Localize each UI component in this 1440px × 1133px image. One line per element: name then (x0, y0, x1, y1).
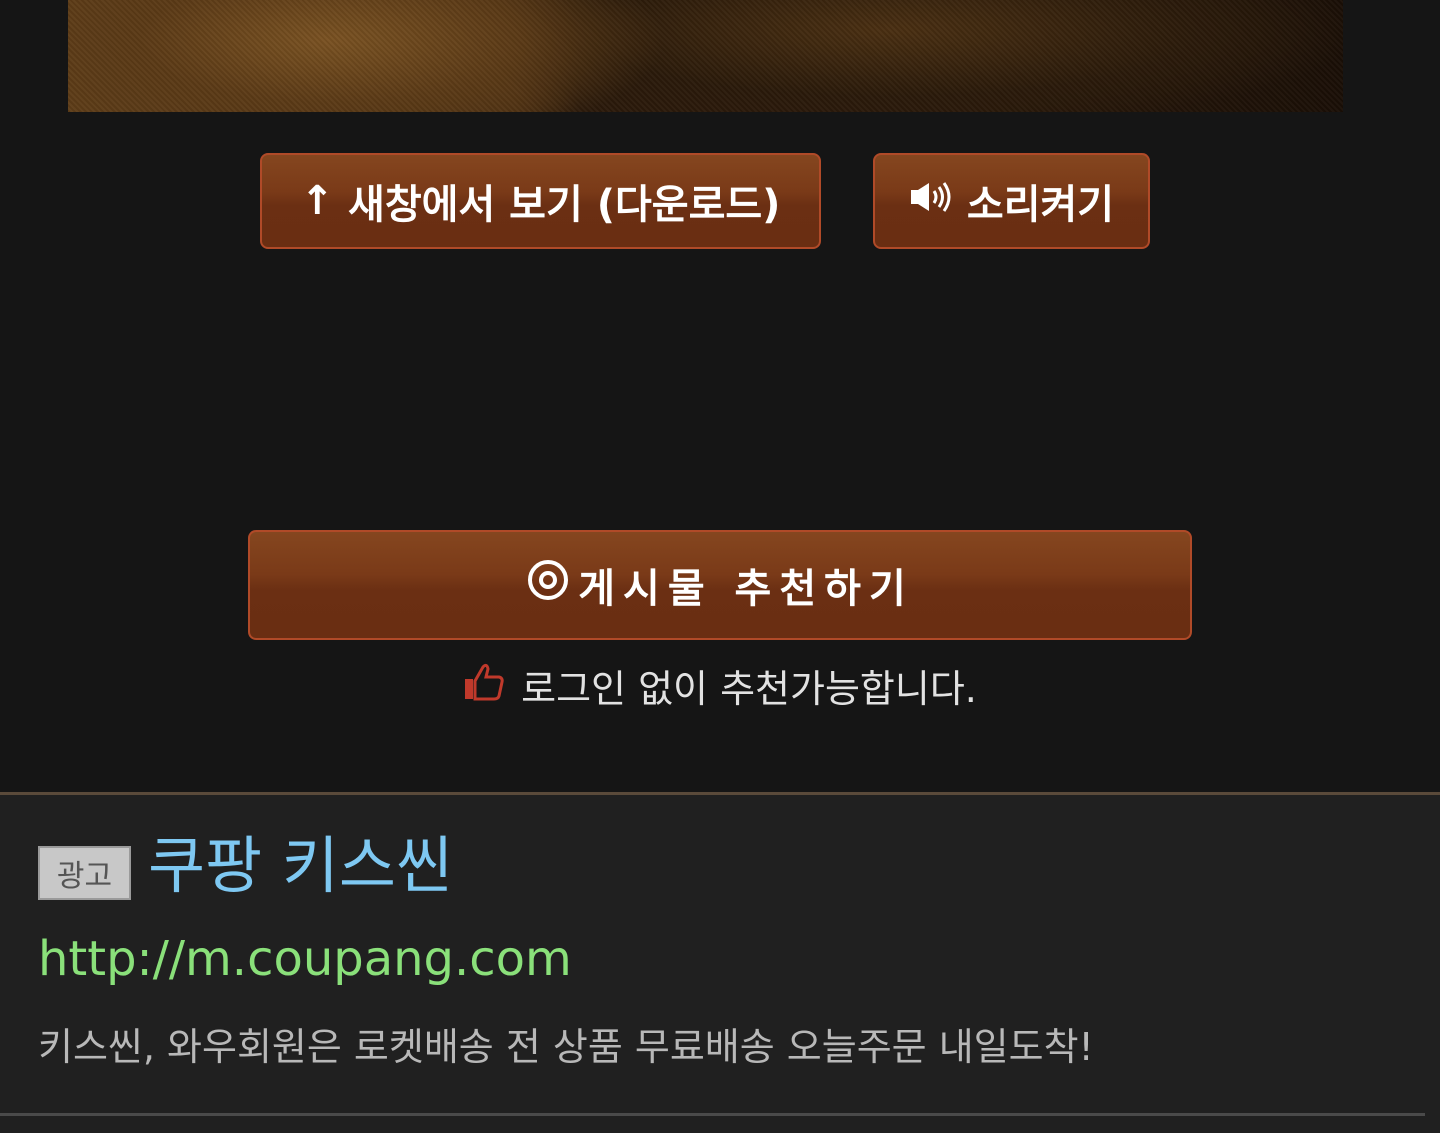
sound-on-label: 소리켜기 (966, 182, 1115, 228)
speaker-icon (909, 178, 955, 224)
ad-url-link[interactable]: http://m.coupang.com (38, 929, 572, 989)
ad-section: 광고 쿠팡 키스씬 http://m.coupang.com 키스씬, 와우회원… (0, 792, 1440, 1133)
video-thumbnail[interactable] (68, 0, 1343, 112)
thumbs-up-icon (463, 661, 505, 710)
recommend-post-label: 게시물 추천하기 (578, 566, 914, 612)
page: ↑ 새창에서 보기 (다운로드) 소리켜기 게시물 추천하기 로그인 없이 추천… (0, 0, 1440, 1133)
target-icon (526, 558, 570, 612)
up-arrow-icon: ↑ (300, 178, 335, 224)
open-new-window-button[interactable]: ↑ 새창에서 보기 (다운로드) (260, 153, 821, 249)
ad-description: 키스씬, 와우회원은 로켓배송 전 상품 무료배송 오늘주문 내일도착! (38, 1025, 1094, 1069)
ad-title-link[interactable]: 쿠팡 키스씬 (148, 831, 453, 901)
ad-badge: 광고 (38, 846, 131, 900)
divider (0, 1113, 1425, 1116)
sound-on-button[interactable]: 소리켜기 (873, 153, 1150, 249)
open-new-window-label: 새창에서 보기 (다운로드) (348, 182, 781, 228)
recommend-post-button[interactable]: 게시물 추천하기 (248, 530, 1192, 640)
recommend-hint-text: 로그인 없이 추천가능합니다. (521, 666, 977, 711)
recommend-hint: 로그인 없이 추천가능합니다. (0, 655, 1440, 715)
